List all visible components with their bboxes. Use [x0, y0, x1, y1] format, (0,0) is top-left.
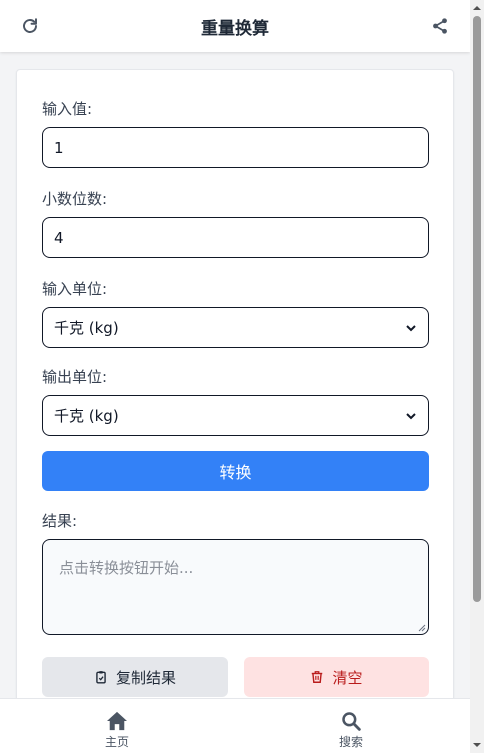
resize-handle-icon[interactable]: [418, 624, 426, 632]
vertical-scrollbar[interactable]: [470, 0, 484, 753]
result-placeholder: 点击转换按钮开始...: [59, 559, 194, 577]
input-value-field[interactable]: 1: [42, 127, 429, 168]
copy-result-button[interactable]: 复制结果: [42, 657, 228, 697]
app: 重量换算 输入值: 1 小数位数: 4 输入单位: 千克 (kg) 输出单位:: [0, 0, 470, 753]
output-unit-value: 千克 (kg): [54, 407, 119, 425]
trash-icon: [312, 671, 323, 683]
input-unit-label: 输入单位:: [42, 280, 108, 298]
refresh-icon: [23, 18, 37, 33]
decimals-field[interactable]: 4: [42, 217, 429, 258]
result-label: 结果:: [42, 512, 78, 530]
output-unit-label: 输出单位:: [42, 368, 108, 386]
nav-search-label: 搜索: [338, 735, 363, 749]
result-textarea[interactable]: 点击转换按钮开始...: [42, 539, 429, 635]
input-unit-value: 千克 (kg): [54, 319, 119, 337]
page-title: 重量换算: [201, 18, 269, 39]
clear-button[interactable]: 清空: [244, 657, 429, 697]
nav-home-label: 主页: [104, 735, 129, 749]
decimals-label: 小数位数:: [42, 190, 108, 208]
scroll-up-arrow-icon[interactable]: [473, 4, 481, 12]
top-bar: 重量换算: [0, 0, 470, 52]
scroll-down-arrow-icon[interactable]: [473, 741, 481, 749]
search-icon: [342, 712, 361, 731]
input-unit-select[interactable]: 千克 (kg): [42, 307, 429, 348]
share-icon: [433, 18, 447, 34]
converter-card: 输入值: 1 小数位数: 4 输入单位: 千克 (kg) 输出单位: 千克 (k…: [16, 69, 454, 729]
chevron-down-icon: [406, 412, 416, 419]
input-value-text: 1: [54, 138, 64, 157]
copy-result-label: 复制结果: [115, 668, 176, 687]
output-unit-select[interactable]: 千克 (kg): [42, 395, 429, 436]
nav-item-search[interactable]: 搜索: [311, 711, 391, 750]
bottom-nav: 主页 搜索: [0, 698, 470, 753]
clipboard-icon: [96, 671, 106, 684]
share-button[interactable]: [428, 14, 452, 38]
home-icon: [107, 711, 127, 731]
decimals-text: 4: [54, 228, 64, 247]
convert-button[interactable]: 转换: [42, 451, 429, 491]
clear-label: 清空: [332, 668, 363, 687]
refresh-button[interactable]: [18, 14, 42, 38]
input-value-label: 输入值:: [42, 100, 93, 118]
nav-item-home[interactable]: 主页: [77, 711, 157, 750]
scrollbar-thumb[interactable]: [473, 16, 481, 602]
chevron-down-icon: [406, 324, 416, 331]
